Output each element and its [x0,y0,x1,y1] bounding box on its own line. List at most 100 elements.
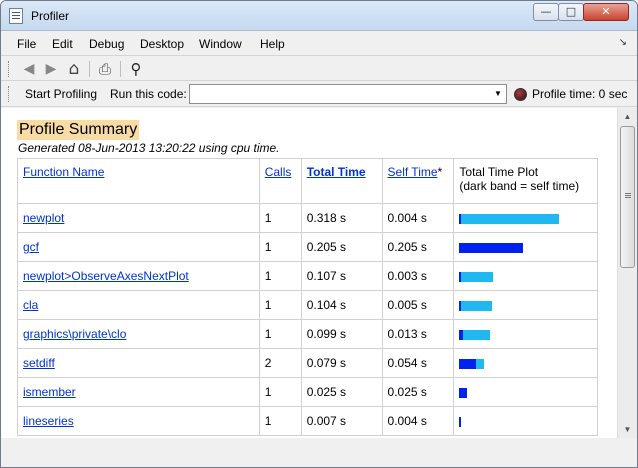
header-total-time-plot: Total Time Plot (dark band = self time) [453,158,598,204]
close-button[interactable]: ✕ [583,3,629,21]
function-link[interactable]: setdiff [23,356,55,370]
table-row: newplot 1 0.318 s 0.004 s [17,203,598,233]
menu-debug[interactable]: Debug [89,37,124,51]
toolbar-separator [120,61,121,77]
toolbar-separator [89,61,90,77]
maximize-button[interactable]: □ [558,3,584,21]
table-row: graphics\private\clo 1 0.099 s 0.013 s [17,319,598,349]
header-calls: Calls [258,158,302,204]
profile-report: Profile Summary Generated 08-Jun-2013 13… [1,108,617,438]
run-code-input[interactable]: ▼ [189,84,507,104]
table-row: gcf 1 0.205 s 0.205 s [17,232,598,262]
function-name-cell: gcf [17,232,260,262]
total-time-cell: 0.205 s [300,232,383,262]
calls-cell: 1 [258,261,302,291]
total-time-cell: 0.007 s [300,406,383,436]
runbar-grip[interactable] [8,86,11,102]
sort-total-time-link[interactable]: Total Time [307,165,366,179]
self-time-bar [459,359,477,369]
total-time-cell: 0.025 s [300,377,383,407]
function-name-cell: newplot>ObserveAxesNextPlot [17,261,260,291]
calls-cell: 1 [258,377,302,407]
sort-function-name-link[interactable]: Function Name [23,165,104,179]
binoculars-icon[interactable]: ⚲ [127,60,145,78]
self-time-bar [459,417,462,427]
function-name-cell: graphics\private\clo [17,319,260,349]
table-header-row: Function Name Calls Total Time Self Time… [17,158,598,204]
scroll-down-icon[interactable]: ▼ [618,421,637,438]
sort-self-time-link[interactable]: Self Time [388,165,438,179]
run-this-code-label: Run this code: [110,87,187,101]
self-time-bar [459,214,462,224]
function-link[interactable]: graphics\private\clo [23,327,126,341]
time-plot-cell [453,203,598,233]
vertical-scrollbar[interactable]: ▲ ▼ [617,108,637,438]
self-time-footnote-mark: * [437,165,443,179]
forward-icon[interactable]: ▶ [42,60,60,78]
page-title: Profile Summary [17,120,140,140]
calls-cell: 1 [258,203,302,233]
profiler-status-icon [514,88,527,101]
self-time-cell: 0.003 s [381,261,455,291]
menu-file[interactable]: File [17,37,36,51]
time-plot-cell [453,406,598,436]
chevron-down-icon[interactable]: ▼ [490,85,506,103]
profile-time: Profile time: 0 sec [532,87,628,101]
start-profiling-button[interactable]: Start Profiling [25,87,97,101]
self-time-cell: 0.005 s [381,290,455,320]
self-time-cell: 0.054 s [381,348,455,378]
profiler-app-icon [9,8,23,24]
function-name-cell: lineseries [17,406,260,436]
plot-header-title: Total Time Plot [459,165,539,179]
total-time-cell: 0.104 s [300,290,383,320]
window-bottom-area [1,438,637,467]
menu-help[interactable]: Help [260,37,285,51]
scrollbar-thumb[interactable] [620,126,635,268]
profiler-window: Profiler — □ ✕ File Edit Debug Desktop W… [0,0,638,468]
total-time-bar [459,330,491,340]
table-row: lineseries 1 0.007 s 0.004 s [17,406,598,436]
run-bar: Start Profiling Run this code: ▼ Profile… [1,82,637,107]
table-row: ismember 1 0.025 s 0.025 s [17,377,598,407]
undock-arrow-icon[interactable]: ↘ [619,37,627,48]
toolbar-grip[interactable] [8,61,11,77]
scroll-up-icon[interactable]: ▲ [618,108,637,125]
time-plot-cell [453,319,598,349]
function-link[interactable]: lineseries [23,414,74,428]
function-link[interactable]: newplot>ObserveAxesNextPlot [23,269,189,283]
total-time-bar [459,272,494,282]
calls-cell: 1 [258,406,302,436]
function-name-cell: newplot [17,203,260,233]
sort-calls-link[interactable]: Calls [265,165,292,179]
calls-cell: 1 [258,290,302,320]
header-self-time: Self Time* [381,158,455,204]
self-time-bar [459,330,464,340]
minimize-button[interactable]: — [533,3,559,21]
total-time-bar [459,214,560,224]
calls-cell: 2 [258,348,302,378]
self-time-cell: 0.025 s [381,377,455,407]
window-title: Profiler [31,9,70,23]
header-function-name: Function Name [17,158,260,204]
menu-window[interactable]: Window [199,37,242,51]
calls-cell: 1 [258,319,302,349]
menu-desktop[interactable]: Desktop [140,37,184,51]
self-time-cell: 0.004 s [381,203,455,233]
self-time-bar [459,388,468,398]
generated-info: Generated 08-Jun-2013 13:20:22 using cpu… [18,141,280,155]
function-link[interactable]: cla [23,298,38,312]
menu-edit[interactable]: Edit [52,37,73,51]
print-icon[interactable]: ⎙ [96,60,114,78]
header-total-time: Total Time [300,158,383,204]
self-time-cell: 0.013 s [381,319,455,349]
self-time-bar [459,301,462,311]
function-link[interactable]: gcf [23,240,39,254]
function-link[interactable]: newplot [23,211,64,225]
time-plot-cell [453,377,598,407]
table-row: newplot>ObserveAxesNextPlot 1 0.107 s 0.003… [17,261,598,291]
home-icon[interactable]: ⌂ [65,60,83,78]
back-icon[interactable]: ◀ [20,60,38,78]
function-link[interactable]: ismember [23,385,76,399]
time-plot-cell [453,232,598,262]
total-time-bar [459,301,493,311]
